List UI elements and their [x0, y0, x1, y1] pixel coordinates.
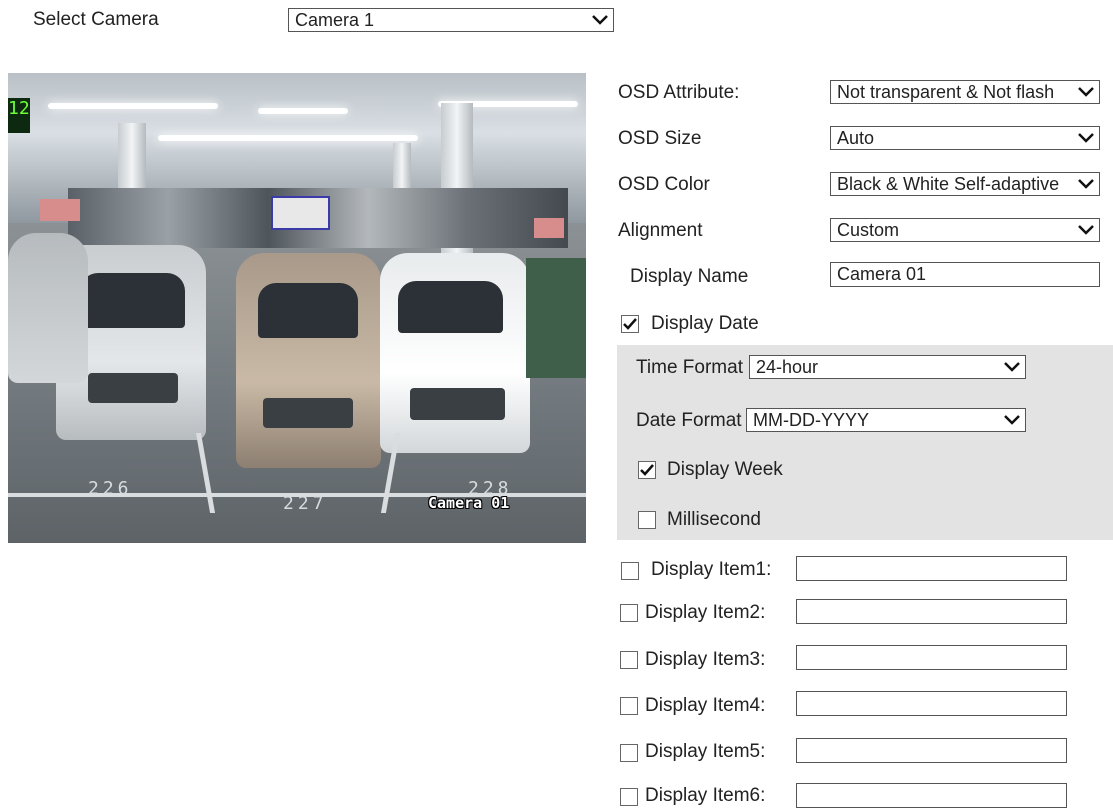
osd-attribute-select[interactable]: Not transparent & Not flash	[830, 80, 1100, 104]
display-week-label: Display Week	[667, 459, 783, 480]
display-item2-checkbox[interactable]	[620, 604, 638, 622]
osd-color-select[interactable]: Black & White Self-adaptive	[830, 172, 1100, 196]
car-right-edge	[526, 258, 586, 378]
bay-number: 226	[88, 478, 133, 499]
osd-attribute-value: Not transparent & Not flash	[837, 82, 1055, 102]
osd-size-select[interactable]: Auto	[830, 126, 1100, 150]
display-item6-checkbox[interactable]	[620, 788, 638, 806]
select-camera-label: Select Camera	[33, 9, 159, 30]
chevron-down-icon	[999, 409, 1025, 431]
osd-size-value: Auto	[837, 128, 875, 148]
blue-marker	[271, 196, 330, 230]
osd-color-value: Black & White Self-adaptive	[837, 174, 1060, 194]
display-item3-checkbox[interactable]	[620, 651, 638, 669]
display-item2-label: Display Item2:	[645, 602, 766, 623]
red-marker	[40, 199, 80, 221]
chevron-down-icon	[999, 356, 1025, 378]
display-item6-input[interactable]	[796, 783, 1067, 808]
windshield	[258, 283, 358, 338]
camera-select-value: Camera 1	[295, 10, 375, 30]
chevron-down-icon	[1073, 219, 1099, 241]
osd-color-label: OSD Color	[618, 174, 710, 195]
alignment-select[interactable]: Custom	[830, 218, 1100, 242]
osd-camera-name[interactable]: Camera 01	[428, 494, 509, 512]
ceiling-light	[258, 108, 348, 114]
checkmark-icon	[640, 464, 654, 476]
display-item5-checkbox[interactable]	[620, 744, 638, 762]
grille	[88, 373, 178, 403]
car-left-edge	[8, 233, 88, 383]
millisecond-checkbox[interactable]	[638, 511, 656, 529]
chevron-down-icon	[587, 9, 613, 31]
grille	[263, 398, 353, 428]
display-date-label: Display Date	[651, 313, 759, 334]
chevron-down-icon	[1073, 127, 1099, 149]
display-item4-checkbox[interactable]	[620, 697, 638, 715]
display-item2-input[interactable]	[796, 599, 1067, 624]
osd-attribute-label: OSD Attribute:	[618, 82, 740, 103]
display-item3-input[interactable]	[796, 645, 1067, 670]
display-name-label: Display Name	[630, 266, 749, 287]
display-name-input[interactable]: Camera 01	[830, 262, 1100, 287]
chevron-down-icon	[1073, 81, 1099, 103]
grille	[410, 388, 505, 420]
date-format-select[interactable]: MM-DD-YYYY	[746, 408, 1026, 432]
display-item5-input[interactable]	[796, 738, 1067, 763]
display-item6-label: Display Item6:	[645, 785, 766, 806]
bay-number: 227	[283, 493, 328, 514]
sign-digits: 12	[8, 98, 30, 119]
display-item1-input[interactable]	[796, 556, 1067, 581]
ceiling-light	[48, 103, 218, 109]
display-item4-input[interactable]	[796, 691, 1067, 716]
time-format-value: 24-hour	[756, 357, 819, 377]
display-week-checkbox[interactable]	[638, 461, 656, 479]
camera-select[interactable]: Camera 1	[288, 8, 614, 32]
display-item4-label: Display Item4:	[645, 695, 766, 716]
red-marker	[534, 218, 564, 238]
display-item5-label: Display Item5:	[645, 741, 766, 762]
chevron-down-icon	[1073, 173, 1099, 195]
date-format-label: Date Format	[636, 410, 742, 431]
date-format-value: MM-DD-YYYY	[753, 410, 869, 430]
windshield	[80, 273, 185, 328]
green-sign: 12	[8, 98, 30, 133]
windshield	[398, 281, 503, 333]
ceiling-light	[158, 135, 418, 141]
display-item1-label: Display Item1:	[651, 559, 772, 580]
live-preview[interactable]: 12 226 227 228 Camera 01	[8, 73, 586, 543]
alignment-value: Custom	[837, 220, 900, 240]
osd-size-label: OSD Size	[618, 128, 702, 149]
checkmark-icon	[623, 318, 637, 330]
alignment-label: Alignment	[618, 220, 703, 241]
millisecond-label: Millisecond	[667, 509, 761, 530]
display-item3-label: Display Item3:	[645, 649, 766, 670]
time-format-select[interactable]: 24-hour	[749, 355, 1026, 379]
time-format-label: Time Format	[636, 357, 743, 378]
display-date-checkbox[interactable]	[621, 315, 639, 333]
display-item1-checkbox[interactable]	[621, 562, 639, 580]
